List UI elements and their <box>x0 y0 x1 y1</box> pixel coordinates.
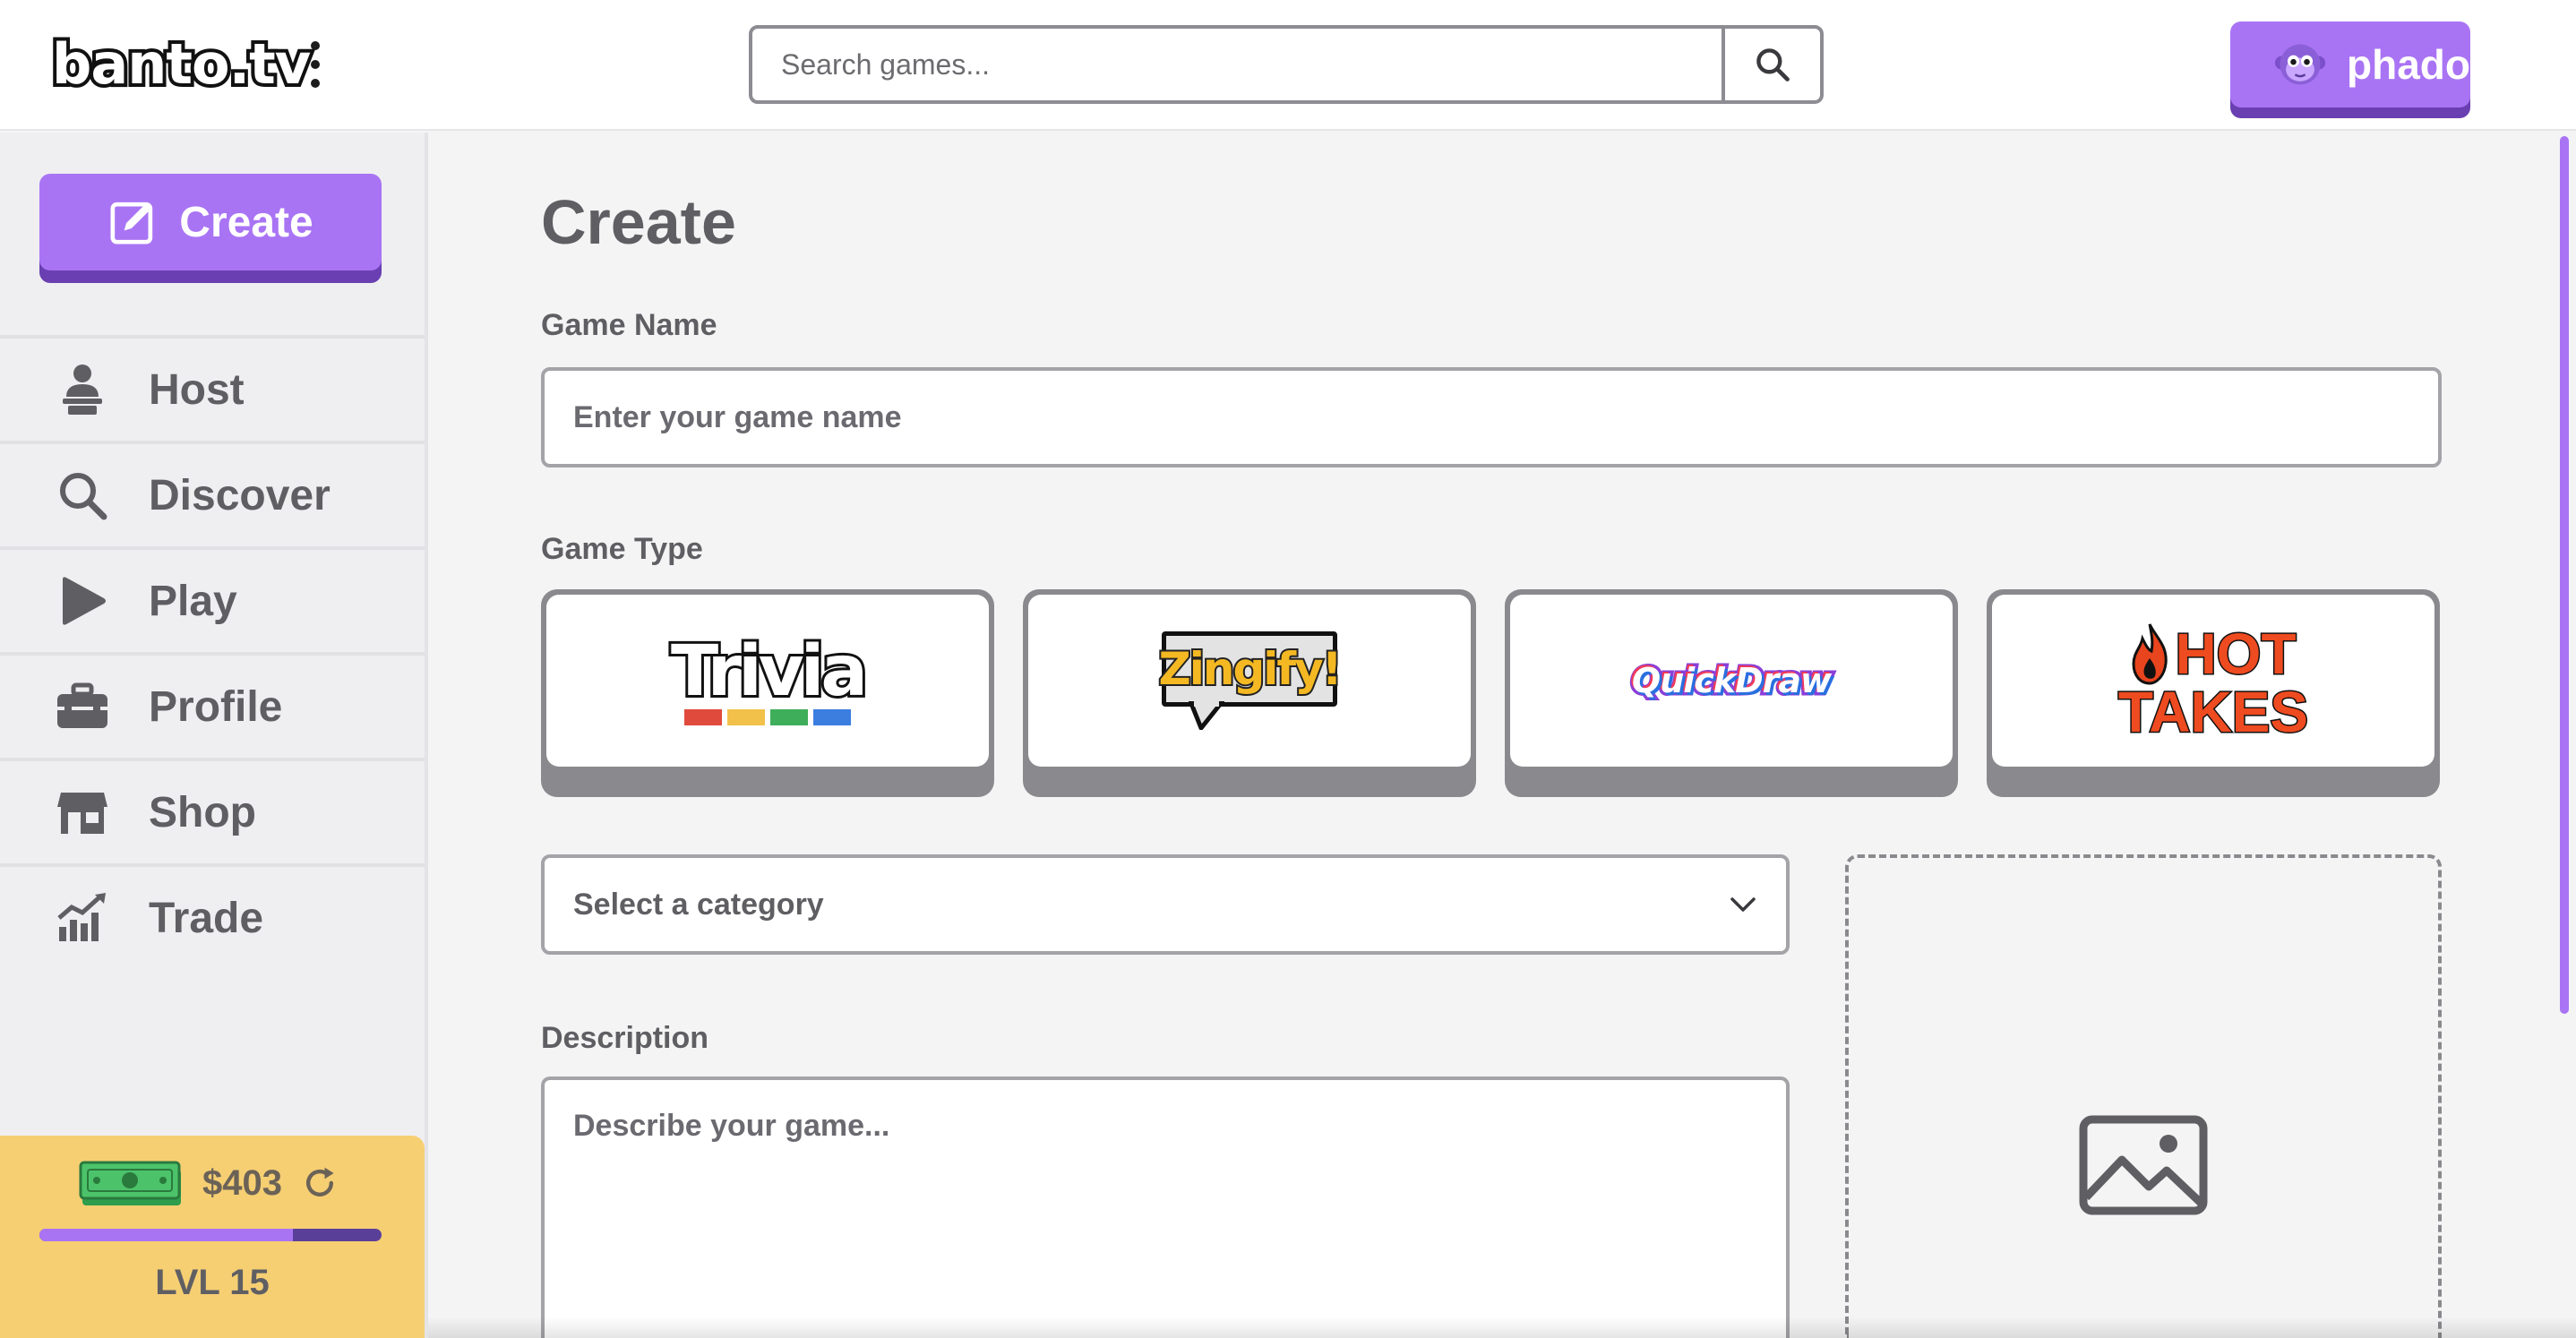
sidebar-item-shop[interactable]: Shop <box>0 758 425 863</box>
search-bar <box>749 25 1824 104</box>
chevron-down-icon <box>1730 897 1756 912</box>
search-button[interactable] <box>1722 29 1820 100</box>
description-input[interactable] <box>541 1076 1790 1338</box>
page-scrollbar[interactable] <box>2560 136 2569 1014</box>
sidebar: Create Host Discover Play Profile Shop T… <box>0 133 428 1338</box>
sidebar-item-label: Profile <box>149 682 283 731</box>
more-menu-icon[interactable] <box>305 41 326 88</box>
user-menu-button[interactable]: phado <box>2230 21 2470 107</box>
search-icon <box>54 467 111 524</box>
store-icon <box>54 784 111 841</box>
image-icon <box>2079 1115 2208 1215</box>
description-label: Description <box>541 1021 709 1055</box>
game-type-zingify[interactable]: Zingify! <box>1023 589 1476 797</box>
trivia-logo: Trivia <box>668 633 871 725</box>
create-button-label: Create <box>179 198 313 246</box>
game-type-card-face: Zingify! <box>1028 595 1471 767</box>
zingify-logo: Zingify! <box>1156 631 1344 730</box>
wallet-balance: $403 <box>202 1162 282 1203</box>
bottom-shadow <box>428 1317 2576 1338</box>
game-type-hot-takes[interactable]: HOT TAKES <box>1987 589 2440 797</box>
game-type-quickdraw[interactable]: QuickDraw <box>1505 589 1958 797</box>
page-title: Create <box>541 187 736 257</box>
sidebar-item-label: Play <box>149 577 237 625</box>
sidebar-item-host[interactable]: Host <box>0 335 425 441</box>
xp-progress-bar <box>39 1229 382 1241</box>
monkey-avatar-icon <box>2274 44 2326 85</box>
refresh-icon[interactable] <box>300 1163 339 1203</box>
xp-progress-fill <box>39 1229 293 1241</box>
sidebar-item-label: Discover <box>149 471 331 519</box>
sidebar-item-label: Shop <box>149 788 256 836</box>
briefcase-icon <box>54 678 111 735</box>
player-level: LVL 15 <box>155 1263 270 1302</box>
create-button[interactable]: Create <box>39 174 382 270</box>
search-input[interactable] <box>752 29 1722 100</box>
sidebar-item-label: Host <box>149 365 245 414</box>
game-name-label: Game Name <box>541 308 717 342</box>
game-type-card-face: QuickDraw <box>1510 595 1953 767</box>
play-icon <box>54 572 111 630</box>
game-type-label: Game Type <box>541 532 703 566</box>
username: phado <box>2347 41 2470 88</box>
category-selected-value: Select a category <box>573 887 824 922</box>
game-type-trivia[interactable]: Trivia <box>541 589 994 797</box>
chart-icon <box>54 889 111 947</box>
search-icon <box>1756 48 1790 81</box>
sidebar-nav: Host Discover Play Profile Shop Trade <box>0 335 425 969</box>
game-name-input[interactable] <box>541 367 2442 467</box>
wallet-balance-row: $403 <box>79 1157 339 1209</box>
category-select[interactable]: Select a category <box>541 854 1790 955</box>
sidebar-item-label: Trade <box>149 894 264 942</box>
quickdraw-logo: QuickDraw <box>1628 658 1834 704</box>
flame-icon <box>2132 623 2168 685</box>
banto-logo[interactable]: banto.tv <box>48 29 314 100</box>
sidebar-item-profile[interactable]: Profile <box>0 652 425 758</box>
sidebar-item-discover[interactable]: Discover <box>0 441 425 546</box>
sidebar-item-play[interactable]: Play <box>0 546 425 652</box>
hot-takes-logo: HOT TAKES <box>2117 622 2310 744</box>
image-upload-area[interactable] <box>1845 854 2442 1338</box>
top-bar: banto.tv phado <box>0 0 2576 131</box>
cash-icon <box>79 1161 181 1205</box>
game-type-card-face: Trivia <box>546 595 989 767</box>
game-type-card-face: HOT TAKES <box>1992 595 2434 767</box>
edit-icon <box>110 202 153 244</box>
sidebar-item-trade[interactable]: Trade <box>0 863 425 969</box>
host-person-icon <box>54 361 111 418</box>
